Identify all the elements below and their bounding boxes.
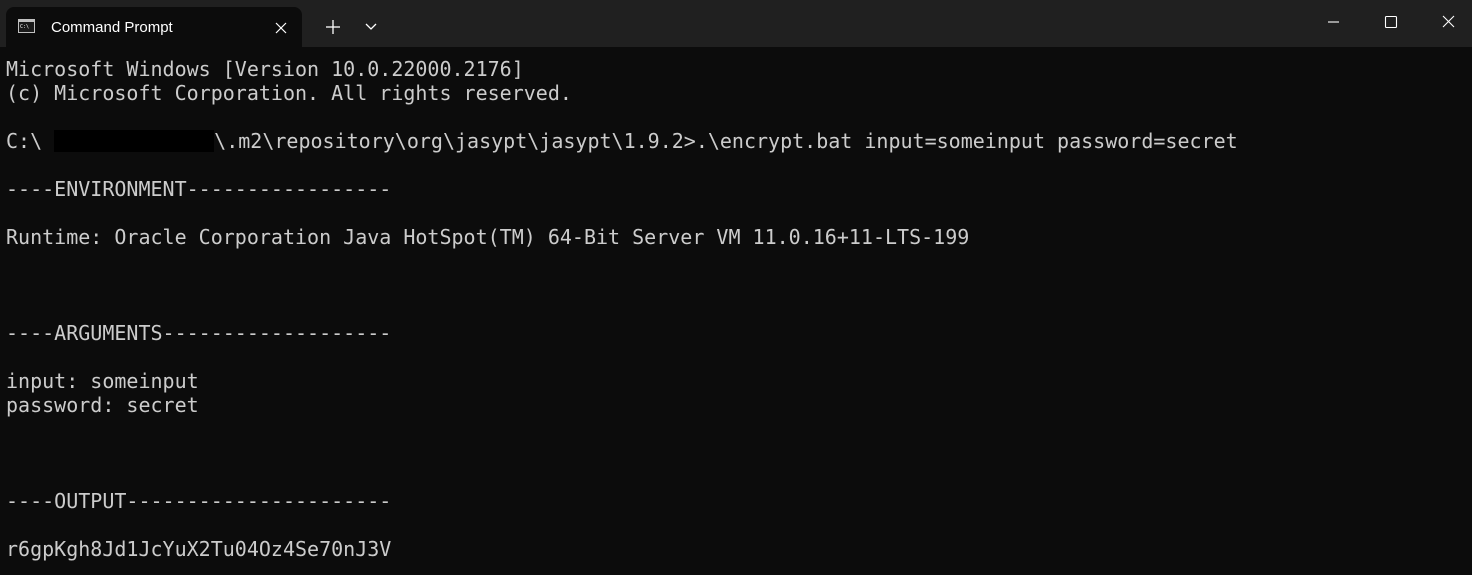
console-line-output-header: ----OUTPUT---------------------- xyxy=(6,489,392,513)
minimize-icon xyxy=(1328,21,1339,23)
new-tab-button[interactable] xyxy=(318,12,348,42)
console-line-output-value: r6gpKgh8Jd1JcYuX2Tu04Oz4Se70nJ3V xyxy=(6,537,392,561)
tab-title: Command Prompt xyxy=(51,19,173,36)
maximize-button[interactable] xyxy=(1362,0,1420,44)
console-output[interactable]: Microsoft Windows [Version 10.0.22000.21… xyxy=(0,47,1472,575)
maximize-icon xyxy=(1384,15,1398,29)
console-line-arg-input: input: someinput xyxy=(6,369,199,393)
console-line-version: Microsoft Windows [Version 10.0.22000.21… xyxy=(6,57,524,81)
redacted-username xyxy=(54,130,215,152)
minimize-button[interactable] xyxy=(1304,0,1362,44)
prompt-command: \.m2\repository\org\jasypt\jasypt\1.9.2>… xyxy=(214,129,1238,153)
console-line-args-header: ----ARGUMENTS------------------- xyxy=(6,321,392,345)
console-line-copyright: (c) Microsoft Corporation. All rights re… xyxy=(6,81,572,105)
console-line-arg-password: password: secret xyxy=(6,393,199,417)
console-line-runtime: Runtime: Oracle Corporation Java HotSpot… xyxy=(6,225,970,249)
close-window-button[interactable] xyxy=(1420,0,1472,44)
tab-command-prompt[interactable]: C:\ Command Prompt xyxy=(6,7,302,47)
console-line-prompt: C:\ \.m2\repository\org\jasypt\jasypt\1.… xyxy=(6,129,1238,153)
tab-dropdown-button[interactable] xyxy=(358,12,384,42)
console-line-env-header: ----ENVIRONMENT----------------- xyxy=(6,177,392,201)
terminal-window: C:\ Command Prompt Microsoft Windows [Ve… xyxy=(0,0,1472,575)
chevron-down-icon xyxy=(365,23,377,30)
plus-icon xyxy=(326,20,340,34)
title-bar: C:\ Command Prompt xyxy=(0,0,1472,47)
svg-text:C:\: C:\ xyxy=(20,24,29,30)
cmd-icon: C:\ xyxy=(18,19,35,33)
close-icon xyxy=(1442,15,1455,28)
close-tab-icon[interactable] xyxy=(270,17,292,39)
prompt-prefix: C:\ xyxy=(6,129,55,153)
